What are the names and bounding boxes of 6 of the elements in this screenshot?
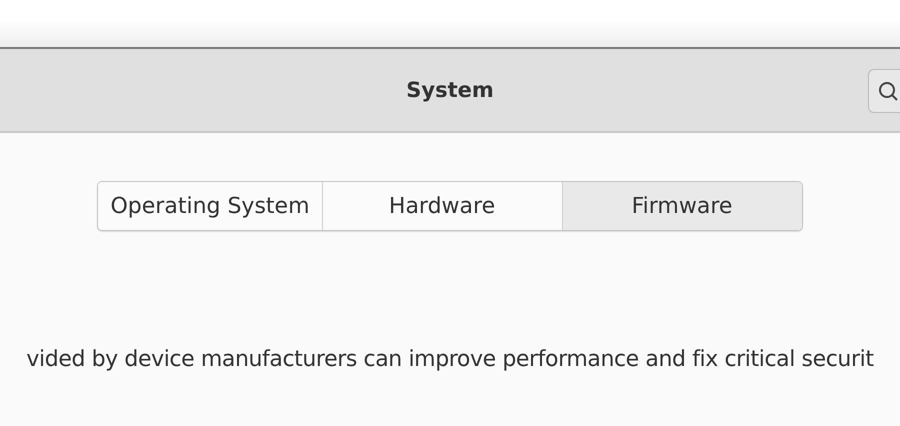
search-icon	[877, 80, 899, 102]
tab[interactable]: Operating System	[98, 182, 322, 230]
window-title: System	[406, 78, 494, 102]
description-text: vided by device manufacturers can improve performance and fix critical securit	[26, 347, 874, 372]
tab[interactable]: Hardware	[322, 182, 562, 230]
tab[interactable]: Firmware	[562, 182, 802, 230]
